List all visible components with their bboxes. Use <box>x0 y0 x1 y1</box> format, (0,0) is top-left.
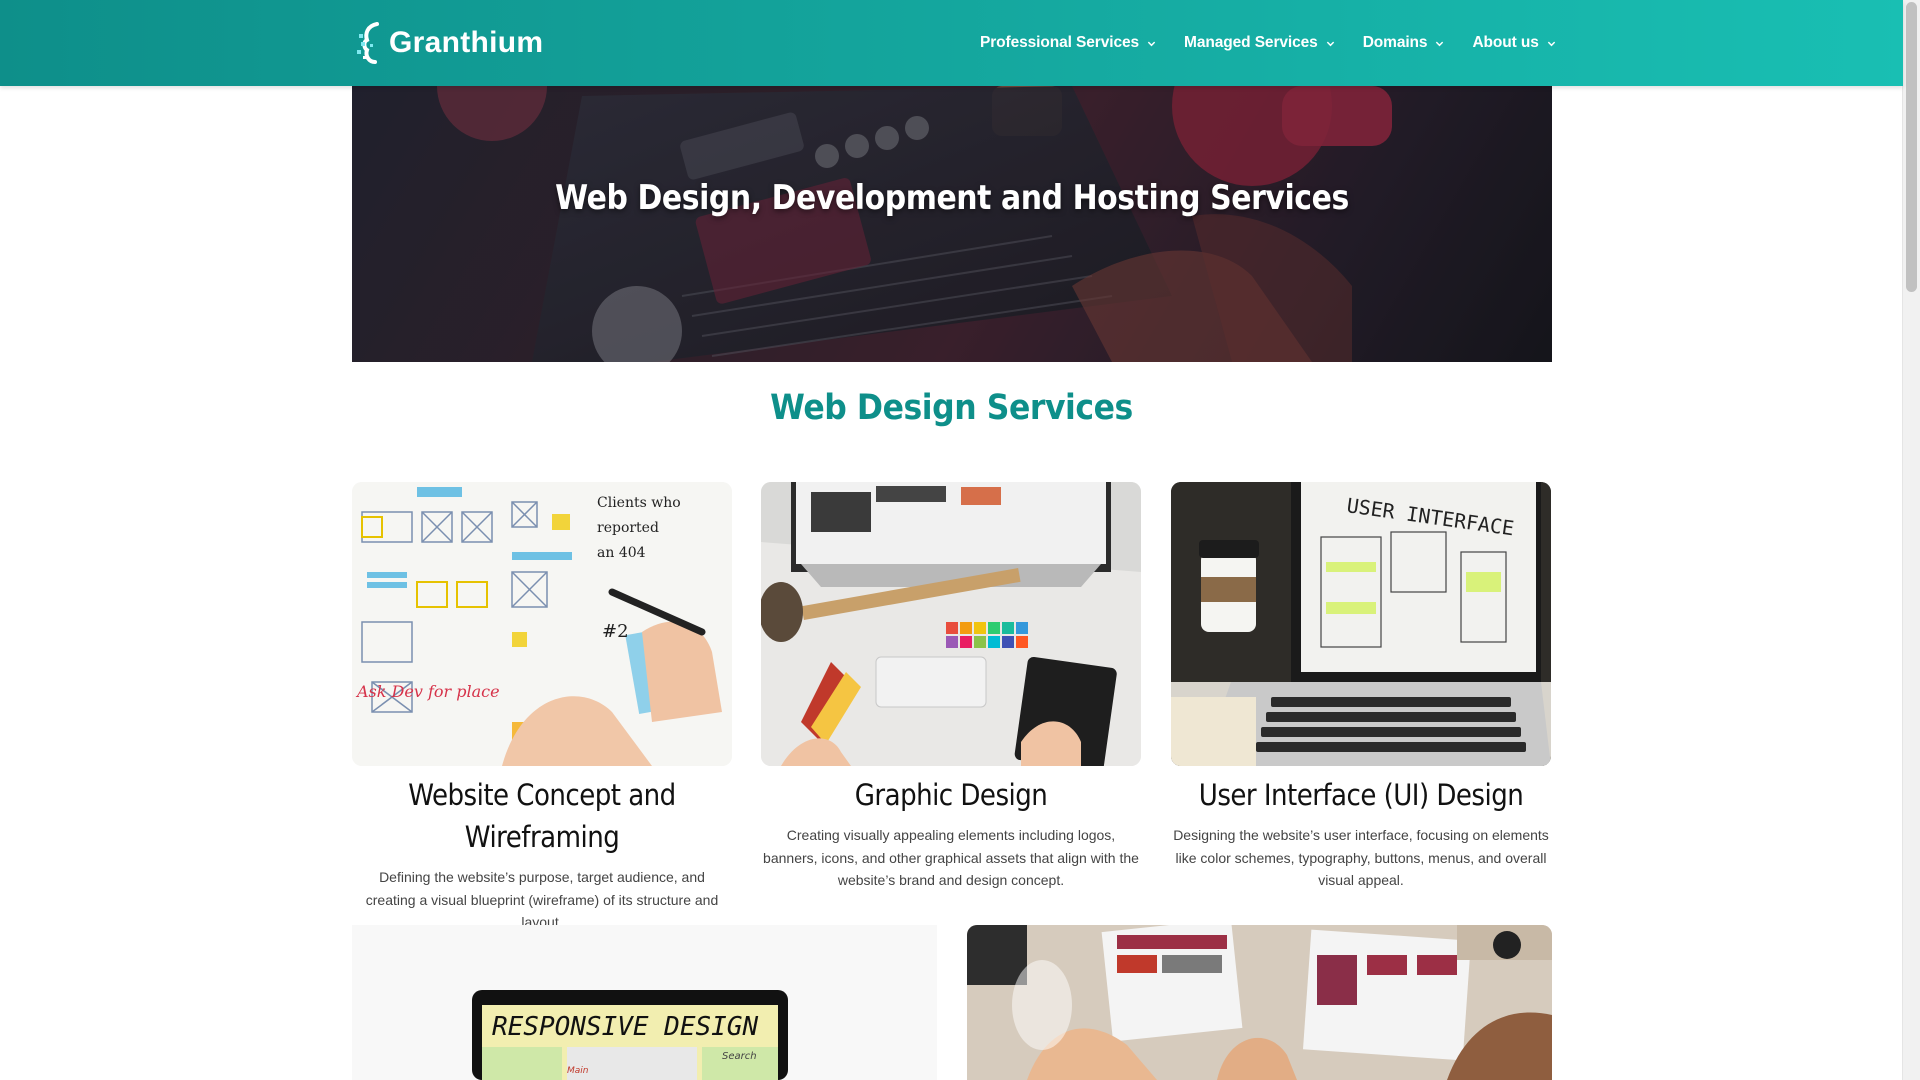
nav-domains[interactable]: Domains <box>1363 34 1445 52</box>
nav-professional-services[interactable]: Professional Services <box>980 34 1156 52</box>
nav-label: Domains <box>1362 34 1428 51</box>
hero-background-image <box>352 86 1552 362</box>
responsive-main-label: Main <box>567 1066 589 1076</box>
nav-label: Professional Services <box>980 34 1140 51</box>
nav-managed-services[interactable]: Managed Services <box>1184 34 1335 52</box>
nav-about-us[interactable]: About us <box>1472 34 1555 52</box>
chevron-down-icon <box>1147 41 1156 46</box>
svg-text:reported: reported <box>597 520 659 536</box>
main-nav: Professional Services Managed Services D… <box>980 0 1584 86</box>
responsive-design-image: RESPONSIVE DESIGN Search Main <box>352 925 937 1080</box>
card-title: Website Concept and Wireframing <box>408 778 676 854</box>
chevron-down-icon <box>1436 41 1444 46</box>
nav-label: Managed Services <box>1184 34 1318 51</box>
brand-logo[interactable]: Granthium <box>357 20 543 66</box>
hero-banner: Web Design, Development and Hosting Serv… <box>352 86 1552 362</box>
section-title: Web Design Services <box>770 388 1133 428</box>
design-planning-image <box>967 925 1552 1080</box>
page-scrollbar[interactable] <box>1902 0 1920 1080</box>
site-header: Granthium Professional Services Managed … <box>0 0 1903 86</box>
wireframing-image: Clients who reported an 404 #2 Ask Dev f… <box>352 482 732 766</box>
scrollbar-thumb[interactable] <box>1906 2 1917 292</box>
service-card-ui-design[interactable]: USER INTERFACE User Interface (UI) Desig… <box>1171 482 1551 892</box>
service-card-graphic-design[interactable]: Graphic Design Creating visually appeali… <box>761 482 1141 892</box>
chevron-down-icon <box>1326 41 1334 46</box>
nav-label: About us <box>1472 34 1539 51</box>
service-card-wireframing[interactable]: Clients who reported an 404 #2 Ask Dev f… <box>352 482 732 934</box>
responsive-search-label: Search <box>722 1051 757 1062</box>
graphic-design-image <box>761 482 1141 766</box>
brand-name: Granthium <box>389 26 544 59</box>
card-description: Defining the website’s purpose, target a… <box>365 869 719 930</box>
card-title: User Interface (UI) Design <box>1198 778 1524 812</box>
svg-text:Clients who: Clients who <box>597 495 681 511</box>
chevron-down-icon <box>1547 41 1555 46</box>
logo-icon <box>357 22 379 64</box>
card-description: Designing the website’s user interface, … <box>1173 827 1549 888</box>
card-title: Graphic Design <box>854 778 1048 812</box>
svg-text:Ask Dev for place: Ask Dev for place <box>355 682 500 701</box>
hero-title: Web Design, Development and Hosting Serv… <box>555 178 1349 218</box>
card-description: Creating visually appealing elements inc… <box>763 827 1139 888</box>
responsive-caption: RESPONSIVE DESIGN <box>492 1012 758 1042</box>
svg-text:#2: #2 <box>602 621 629 642</box>
svg-text:an 404: an 404 <box>597 545 646 561</box>
ui-design-image: USER INTERFACE <box>1171 482 1551 766</box>
